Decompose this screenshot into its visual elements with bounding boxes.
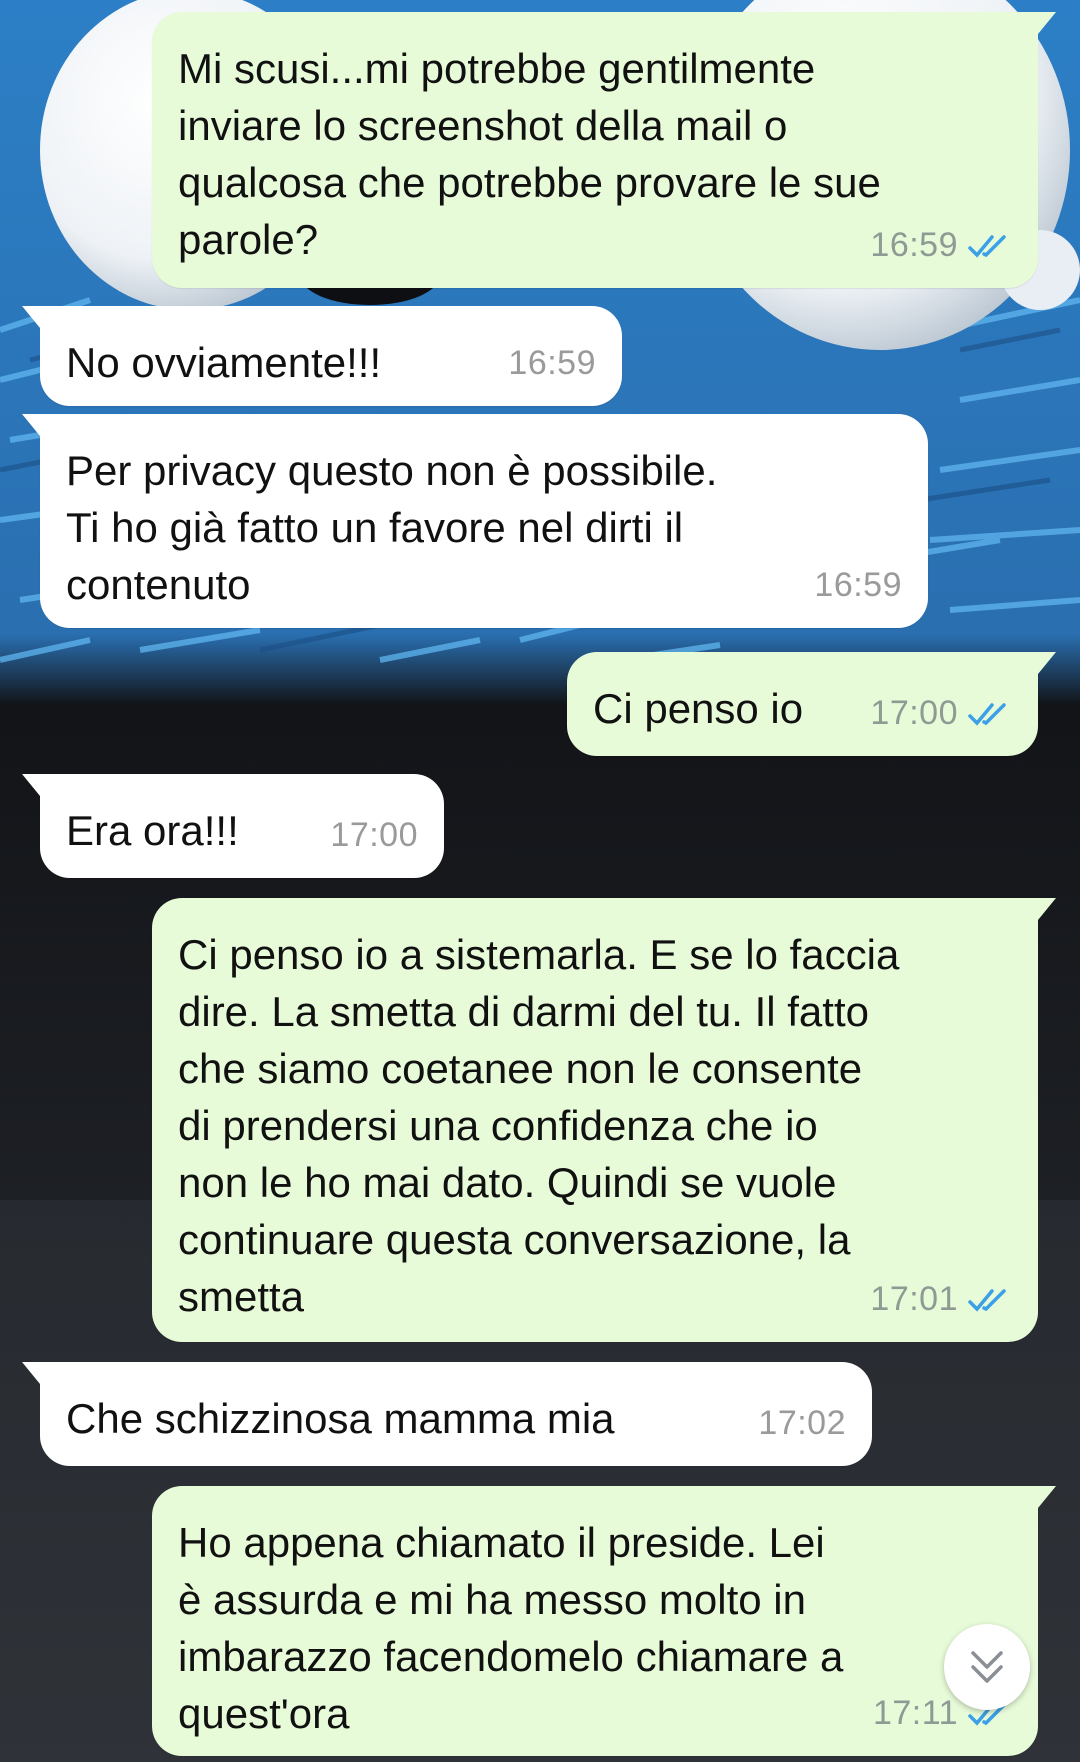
message-text: Per privacy questo non è possibile. Ti h… <box>66 447 718 608</box>
message-bubble-outgoing[interactable]: Ci penso io 17:00 <box>567 652 1056 756</box>
message-time: 17:01 <box>870 1280 958 1318</box>
message-meta: 16:59 <box>508 335 596 392</box>
message-time: 17:11 <box>872 1694 958 1732</box>
message-bubble-incoming[interactable]: Era ora!!! 17:00 <box>22 774 444 878</box>
message-bubble-incoming[interactable]: No ovviamente!!! 16:59 <box>22 306 622 406</box>
message-time: 17:02 <box>758 1404 846 1442</box>
read-receipt-icon <box>968 1288 1006 1312</box>
message-time: 16:59 <box>870 226 958 264</box>
message-meta: 17:01 <box>870 1271 1012 1328</box>
message-meta: 16:59 <box>870 217 1012 274</box>
message-bubble-incoming[interactable]: Che schizzinosa mamma mia 17:02 <box>22 1362 872 1466</box>
message-bubble-outgoing[interactable]: Mi scusi...mi potrebbe gentilmente invia… <box>152 12 1056 288</box>
message-text: Ci penso io a sistemarla. E se lo faccia… <box>178 931 900 1320</box>
message-text: Che schizzinosa mamma mia <box>66 1395 615 1442</box>
message-time: 16:59 <box>814 566 902 604</box>
message-meta: 17:00 <box>330 807 418 864</box>
read-receipt-icon <box>968 234 1006 258</box>
message-meta: 16:59 <box>814 557 902 614</box>
double-chevron-down-icon <box>971 1651 1003 1683</box>
read-receipt-icon <box>968 702 1006 726</box>
message-time: 17:00 <box>870 694 958 732</box>
message-time: 16:59 <box>508 344 596 382</box>
message-meta: 17:02 <box>758 1395 846 1452</box>
message-bubble-outgoing[interactable]: Ci penso io a sistemarla. E se lo faccia… <box>152 898 1056 1342</box>
message-bubble-incoming[interactable]: Per privacy questo non è possibile. Ti h… <box>22 414 928 628</box>
message-meta: 17:00 <box>870 685 1012 742</box>
message-list[interactable]: Mi scusi...mi potrebbe gentilmente invia… <box>0 0 1080 1762</box>
scroll-to-bottom-button[interactable] <box>944 1624 1030 1710</box>
message-time: 17:00 <box>330 816 418 854</box>
message-bubble-outgoing[interactable]: Ho appena chiamato il preside. Lei è ass… <box>152 1486 1056 1756</box>
